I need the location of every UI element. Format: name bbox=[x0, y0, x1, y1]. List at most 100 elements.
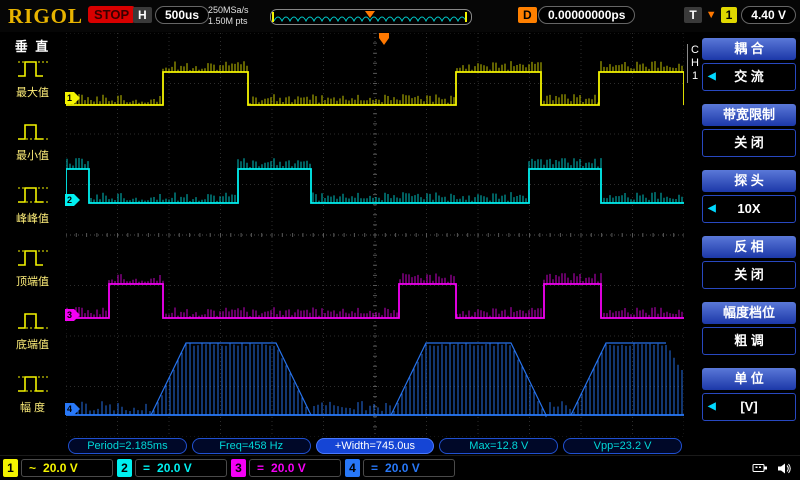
channel-number-badge: 4 bbox=[345, 459, 360, 477]
measurement-pill-2[interactable]: Freq=458 Hz bbox=[192, 438, 311, 454]
measure-item-1[interactable]: 最大值 bbox=[0, 55, 65, 118]
channel-block-4[interactable]: 4 = 20.0 V bbox=[345, 458, 455, 478]
channel-menu-tab: CH1 bbox=[687, 44, 701, 83]
top-status-bar: RIGOL STOP H 500us 250MSa/s 1.50M pts D … bbox=[0, 0, 800, 32]
memory-depth: 1.50M pts bbox=[208, 16, 249, 27]
trigger-edge-icon: ▼ bbox=[706, 10, 717, 21]
measure-sidebar: 垂 直 最大值 最小值 峰峰值 顶端值 底端值 幅 度 bbox=[0, 32, 65, 455]
softkey-label: 耦 合 bbox=[702, 38, 796, 60]
measure-item-label: 最大值 bbox=[0, 84, 65, 100]
channel-block-2[interactable]: 2 = 20.0 V bbox=[117, 458, 227, 478]
acquisition-info: 250MSa/s 1.50M pts bbox=[208, 5, 249, 27]
horizontal-badge: H bbox=[133, 7, 152, 23]
measure-item-label: 最小值 bbox=[0, 147, 65, 163]
softkey-label: 带宽限制 bbox=[702, 104, 796, 126]
softkey-value-text: 关 闭 bbox=[734, 267, 764, 282]
sample-rate: 250MSa/s bbox=[208, 5, 249, 16]
left-arrow-icon: ◀ bbox=[708, 196, 716, 222]
measurement-pill-1[interactable]: Period=2.185ms bbox=[68, 438, 187, 454]
measure-item-list: 最大值 最小值 峰峰值 顶端值 底端值 幅 度 bbox=[0, 55, 65, 433]
trigger-level-value: 4.40 V bbox=[741, 6, 796, 24]
measure-item-5[interactable]: 底端值 bbox=[0, 307, 65, 370]
softkey-label: 单 位 bbox=[702, 368, 796, 390]
measure-item-label: 顶端值 bbox=[0, 273, 65, 289]
softkey-value-text: [V] bbox=[740, 399, 757, 414]
softkey-value-text: 交 流 bbox=[734, 69, 764, 84]
measure-item-2[interactable]: 最小值 bbox=[0, 118, 65, 181]
channel-scale-value: 20.0 V bbox=[157, 460, 192, 476]
measure-item-label: 底端值 bbox=[0, 336, 65, 352]
softkey-group-2: 带宽限制关 闭 bbox=[702, 104, 796, 157]
softkey-value[interactable]: 粗 调 bbox=[702, 327, 796, 355]
channel-number-badge: 1 bbox=[3, 459, 18, 477]
softkey-value[interactable]: 关 闭 bbox=[702, 261, 796, 289]
trigger-source-badge: 1 bbox=[721, 7, 738, 23]
measurement-pill-5[interactable]: Vpp=23.2 V bbox=[563, 438, 682, 454]
measure-item-3[interactable]: 峰峰值 bbox=[0, 181, 65, 244]
vpp-icon bbox=[15, 181, 51, 207]
softkey-label: 幅度档位 bbox=[702, 302, 796, 324]
softkey-group-1: 耦 合 ◀ 交 流 bbox=[702, 38, 796, 91]
softkey-group-3: 探 头 ◀ 10X bbox=[702, 170, 796, 223]
softkey-group-6: 单 位 ◀ [V] bbox=[702, 368, 796, 421]
status-icons bbox=[752, 462, 792, 475]
delay-badge: D bbox=[518, 7, 537, 23]
measure-item-label: 幅 度 bbox=[0, 399, 65, 415]
speaker-icon bbox=[777, 462, 792, 475]
channel-block-1[interactable]: 1~20.0 V bbox=[3, 458, 113, 478]
softkey-value-text: 粗 调 bbox=[734, 333, 764, 348]
coupling-icon: = bbox=[257, 460, 264, 476]
softkey-value[interactable]: ◀ [V] bbox=[702, 393, 796, 421]
vamp-icon bbox=[15, 370, 51, 396]
channel-scale-box: = 20.0 V bbox=[249, 459, 341, 477]
measure-item-label: 峰峰值 bbox=[0, 210, 65, 226]
measurement-pill-3[interactable]: +Width=745.0us bbox=[316, 438, 435, 454]
measurement-pill-4[interactable]: Max=12.8 V bbox=[439, 438, 558, 454]
softkey-value-text: 关 闭 bbox=[734, 135, 764, 150]
timebase-value: 500us bbox=[155, 6, 209, 24]
left-arrow-icon: ◀ bbox=[708, 394, 716, 420]
softkey-group-5: 幅度档位粗 调 bbox=[702, 302, 796, 355]
softkey-group-4: 反 相关 闭 bbox=[702, 236, 796, 289]
coupling-icon: = bbox=[143, 460, 150, 476]
vmax-icon bbox=[15, 55, 51, 81]
measure-item-4[interactable]: 顶端值 bbox=[0, 244, 65, 307]
horizontal-position-waveform bbox=[271, 11, 469, 23]
channel-scale-box: ~20.0 V bbox=[21, 459, 113, 477]
coupling-icon: ~ bbox=[29, 460, 36, 476]
softkey-label: 探 头 bbox=[702, 170, 796, 192]
delay-value: 0.00000000ps bbox=[538, 6, 635, 24]
waveform-screen: Period=2.185ms Freq=458 Hz +Width=745.0usM… bbox=[65, 32, 685, 455]
softkey-value[interactable]: ◀ 10X bbox=[702, 195, 796, 223]
channel-scale-value: 20.0 V bbox=[43, 460, 78, 476]
trigger-status: T ▼ 1 4.40 V bbox=[684, 6, 796, 24]
vtop-icon bbox=[15, 244, 51, 270]
channel-scale-value: 20.0 V bbox=[385, 460, 420, 476]
usb-icon bbox=[752, 462, 768, 474]
trigger-badge: T bbox=[684, 7, 701, 23]
rigol-logo: RIGOL bbox=[8, 4, 83, 29]
softkey-value[interactable]: ◀ 交 流 bbox=[702, 63, 796, 91]
channel-menu-panel: CH1 耦 合◀交 流带宽限制关 闭探 头◀10X反 相关 闭幅度档位粗 调单 … bbox=[685, 32, 800, 455]
channel-scale-box: = 20.0 V bbox=[135, 459, 227, 477]
measure-sidebar-title: 垂 直 bbox=[0, 36, 65, 55]
channel-scale-value: 20.0 V bbox=[271, 460, 306, 476]
channel-number-badge: 2 bbox=[117, 459, 132, 477]
channel-block-3[interactable]: 3 = 20.0 V bbox=[231, 458, 341, 478]
softkey-value-text: 10X bbox=[737, 201, 760, 216]
run-state-badge: STOP bbox=[88, 6, 135, 23]
left-arrow-icon: ◀ bbox=[708, 64, 716, 90]
softkey-value[interactable]: 关 闭 bbox=[702, 129, 796, 157]
channel-number-badge: 3 bbox=[231, 459, 246, 477]
measurement-readout-row: Period=2.185ms Freq=458 Hz +Width=745.0usM… bbox=[68, 438, 682, 454]
horizontal-position-widget[interactable] bbox=[270, 9, 472, 25]
channel-status-bar: 1~20.0 V2=20.0 V3=20.0 V4=20.0 V bbox=[0, 455, 800, 480]
vbase-icon bbox=[15, 307, 51, 333]
vmin-icon bbox=[15, 118, 51, 144]
softkey-group-list: 耦 合◀交 流带宽限制关 闭探 头◀10X反 相关 闭幅度档位粗 调单 位◀[V… bbox=[702, 38, 796, 434]
waveform-display bbox=[66, 33, 684, 437]
coupling-icon: = bbox=[371, 460, 378, 476]
channel-blocks: 1~20.0 V2=20.0 V3=20.0 V4=20.0 V bbox=[3, 458, 455, 478]
channel-scale-box: = 20.0 V bbox=[363, 459, 455, 477]
measure-item-6[interactable]: 幅 度 bbox=[0, 370, 65, 433]
